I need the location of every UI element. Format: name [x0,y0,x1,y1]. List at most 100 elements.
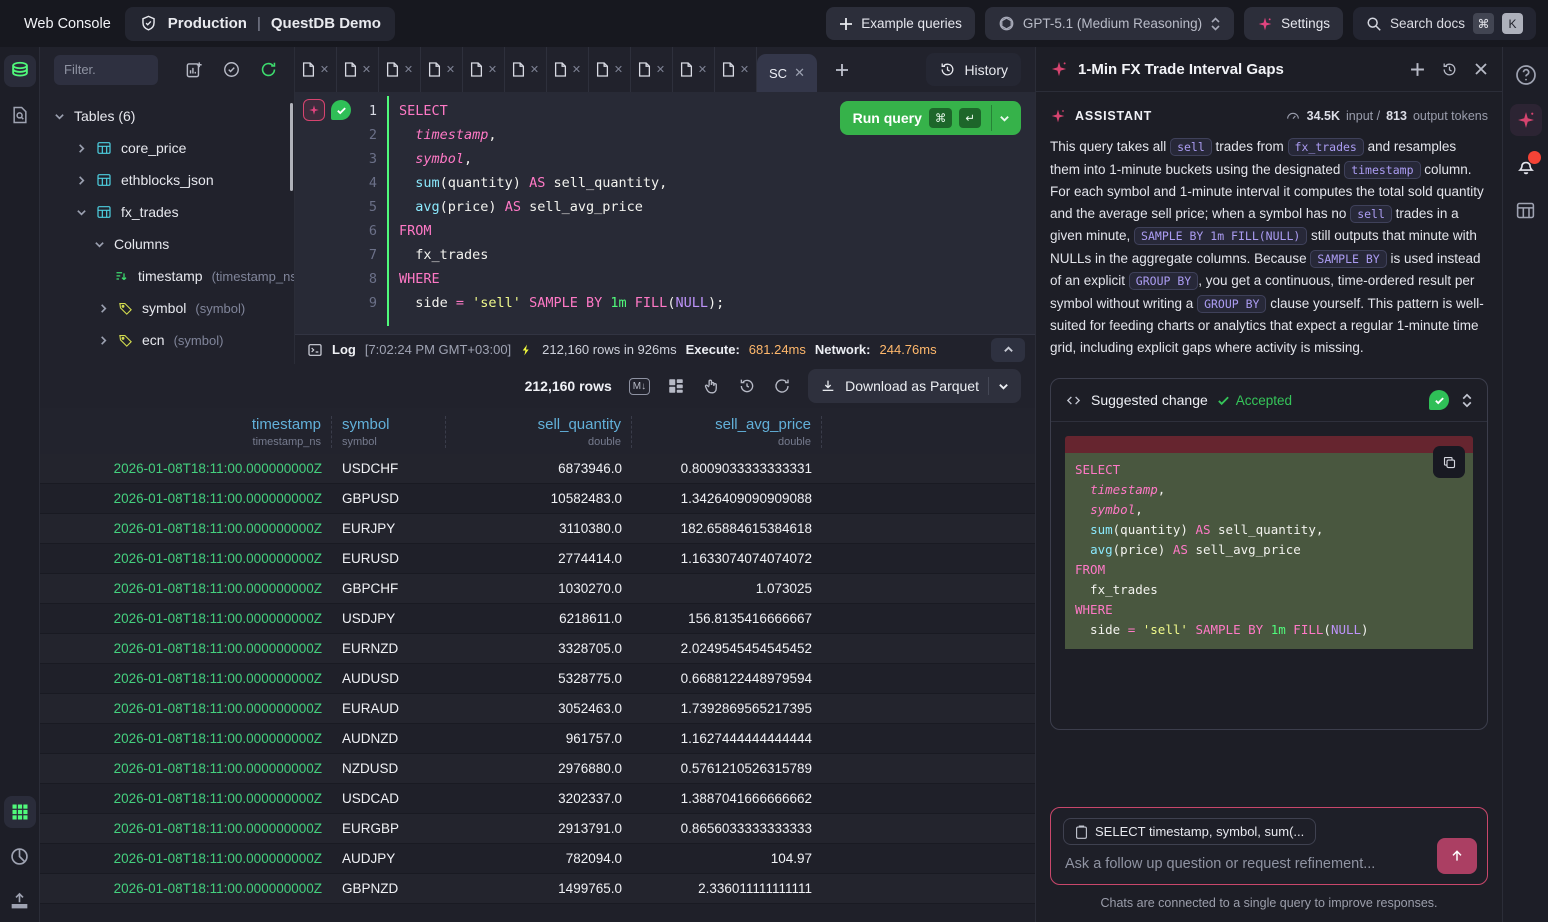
close-tab-icon[interactable]: ✕ [488,63,497,76]
table-row[interactable]: 2026-01-08T18:11:00.000000000Z GBPUSD 10… [40,484,1035,514]
copy-markdown-button[interactable]: M↓ [629,378,650,395]
explain-query-button[interactable] [702,377,721,396]
download-parquet-button[interactable]: Download as Parquet [808,369,1021,403]
query-tab[interactable]: ✕ [463,47,505,92]
close-tab-icon[interactable]: ✕ [614,63,623,76]
query-tab[interactable]: ✕ [631,47,673,92]
help-button[interactable] [1510,59,1542,91]
assistant-rail-button[interactable] [1510,104,1542,136]
query-tab[interactable]: ✕ [505,47,547,92]
query-context-chip[interactable]: SELECT timestamp, symbol, sum(... [1063,818,1316,845]
close-panel-button[interactable] [1474,62,1488,76]
column-header-sell-avg-price[interactable]: sell_avg_price double [632,416,822,448]
model-selector[interactable]: GPT-5.1 (Medium Reasoning) [985,7,1234,40]
diff-added-code[interactable]: SELECT timestamp, symbol, sum(quantity) … [1065,453,1473,649]
chat-input[interactable]: Ask a follow up question or request refi… [1063,856,1475,872]
chat-history-button[interactable] [1441,61,1458,78]
column-header-sell-quantity[interactable]: sell_quantity double [446,416,632,448]
column-header-timestamp[interactable]: timestamp timestamp_ns [48,416,332,448]
table-row[interactable]: 2026-01-08T18:11:00.000000000Z USDCHF 68… [40,454,1035,484]
collapse-log-button[interactable] [991,338,1025,362]
tree-columns-group[interactable]: Columns [40,228,294,260]
new-tab-button[interactable] [835,63,849,77]
close-tab-icon[interactable]: ✕ [320,63,329,76]
close-tab-icon[interactable]: ✕ [530,63,539,76]
close-tab-icon[interactable]: ✕ [446,63,455,76]
close-tab-icon[interactable]: ✕ [656,63,665,76]
collapse-chevrons-icon[interactable] [1461,392,1473,409]
column-header-symbol[interactable]: symbol symbol [332,416,446,448]
accepted-change-icon[interactable] [331,100,351,120]
grid-layout-button[interactable] [667,377,685,395]
file-search-button[interactable] [4,99,36,131]
ai-sparkle-button[interactable] [303,99,325,121]
table-row[interactable]: 2026-01-08T18:11:00.000000000Z USDJPY 62… [40,604,1035,634]
table-row[interactable]: 2026-01-08T18:11:00.000000000Z EURUSD 27… [40,544,1035,574]
refresh-tables-icon[interactable] [259,60,278,79]
notifications-button[interactable] [1510,149,1542,181]
schema-panel-button[interactable] [1510,194,1542,226]
table-row[interactable]: 2026-01-08T18:11:00.000000000Z AUDUSD 53… [40,664,1035,694]
query-tab[interactable]: ✕ [379,47,421,92]
active-query-tab[interactable]: SC ✕ [757,54,817,92]
table-row[interactable]: 2026-01-08T18:11:00.000000000Z AUDNZD 96… [40,724,1035,754]
query-tab[interactable]: ✕ [421,47,463,92]
history-button[interactable]: History [926,53,1021,86]
query-tab[interactable]: ✕ [295,47,337,92]
table-row[interactable]: 2026-01-08T18:11:00.000000000Z GBPCHF 10… [40,574,1035,604]
sell-quantity-cell: 6218611.0 [446,611,632,626]
table-row[interactable]: 2026-01-08T18:11:00.000000000Z EURAUD 30… [40,694,1035,724]
tree-table-fx-trades[interactable]: fx_trades [40,196,294,228]
tree-column-symbol[interactable]: symbol (symbol) [40,292,294,324]
grid-view-button[interactable] [4,796,36,828]
run-query-button[interactable]: Run query ⌘ ↵ [840,101,1021,135]
tree-root-tables[interactable]: Tables (6) [40,100,294,132]
add-matview-icon[interactable] [185,60,204,79]
close-tab-icon[interactable]: ✕ [362,63,371,76]
query-history-refresh-button[interactable] [738,377,756,395]
table-row[interactable]: 2026-01-08T18:11:00.000000000Z EURGBP 29… [40,814,1035,844]
table-row[interactable]: 2026-01-08T18:11:00.000000000Z USDCAD 32… [40,784,1035,814]
chat-input-card[interactable]: SELECT timestamp, symbol, sum(... Ask a … [1050,807,1488,885]
filter-input[interactable] [54,55,158,85]
close-tab-icon[interactable]: ✕ [698,63,707,76]
table-row[interactable]: 2026-01-08T18:11:00.000000000Z EURJPY 31… [40,514,1035,544]
query-tab[interactable]: ✕ [715,47,757,92]
query-tab[interactable]: ✕ [673,47,715,92]
run-options-chevron[interactable] [991,105,1017,131]
tree-column-ecn[interactable]: ecn (symbol) [40,324,294,356]
check-circle-icon[interactable] [222,60,241,79]
sidebar-scrollbar[interactable] [290,103,293,191]
table-row[interactable]: 2026-01-08T18:11:00.000000000Z AUDJPY 78… [40,844,1035,874]
query-tab[interactable]: ✕ [589,47,631,92]
chat-messages[interactable]: ASSISTANT 34.5K input / 813 output token… [1036,92,1502,797]
results-grid-header: timestamp timestamp_ns symbol symbol sel… [40,408,1035,454]
query-tab[interactable]: ✕ [547,47,589,92]
refresh-results-button[interactable] [773,377,791,395]
tree-column-trade-id[interactable]: 123 trade_id (uuid) [40,356,294,364]
sql-editor[interactable]: 123456789 SELECT timestamp, symbol, sum(… [295,92,1035,334]
table-row[interactable]: 2026-01-08T18:11:00.000000000Z NZDUSD 29… [40,754,1035,784]
close-tab-icon[interactable]: ✕ [572,63,581,76]
applied-change-icon[interactable] [1429,390,1449,410]
table-row[interactable]: 2026-01-08T18:11:00.000000000Z GBPNZD 14… [40,874,1035,904]
settings-button[interactable]: Settings [1244,7,1343,40]
query-tab[interactable]: ✕ [337,47,379,92]
close-tab-icon[interactable]: ✕ [404,63,413,76]
close-tab-icon[interactable]: ✕ [740,63,749,76]
new-chat-button[interactable] [1410,62,1425,77]
tree-table-core-price[interactable]: core_price [40,132,294,164]
search-docs[interactable]: Search docs ⌘ K [1353,7,1536,40]
example-queries-button[interactable]: Example queries [826,7,975,40]
copy-code-button[interactable] [1433,446,1465,478]
table-row[interactable]: 2026-01-08T18:11:00.000000000Z EURNZD 33… [40,634,1035,664]
send-button[interactable] [1437,838,1477,874]
chevron-down-icon [94,239,105,250]
import-button[interactable] [4,884,36,916]
instance-badge[interactable]: Production | QuestDB Demo [125,7,395,41]
close-tab-icon[interactable]: ✕ [794,65,805,81]
tree-column-timestamp[interactable]: timestamp (timestamp_ns) [40,260,294,292]
chart-view-button[interactable] [4,840,36,872]
tables-panel-button[interactable] [4,55,36,87]
tree-table-ethblocks-json[interactable]: ethblocks_json [40,164,294,196]
